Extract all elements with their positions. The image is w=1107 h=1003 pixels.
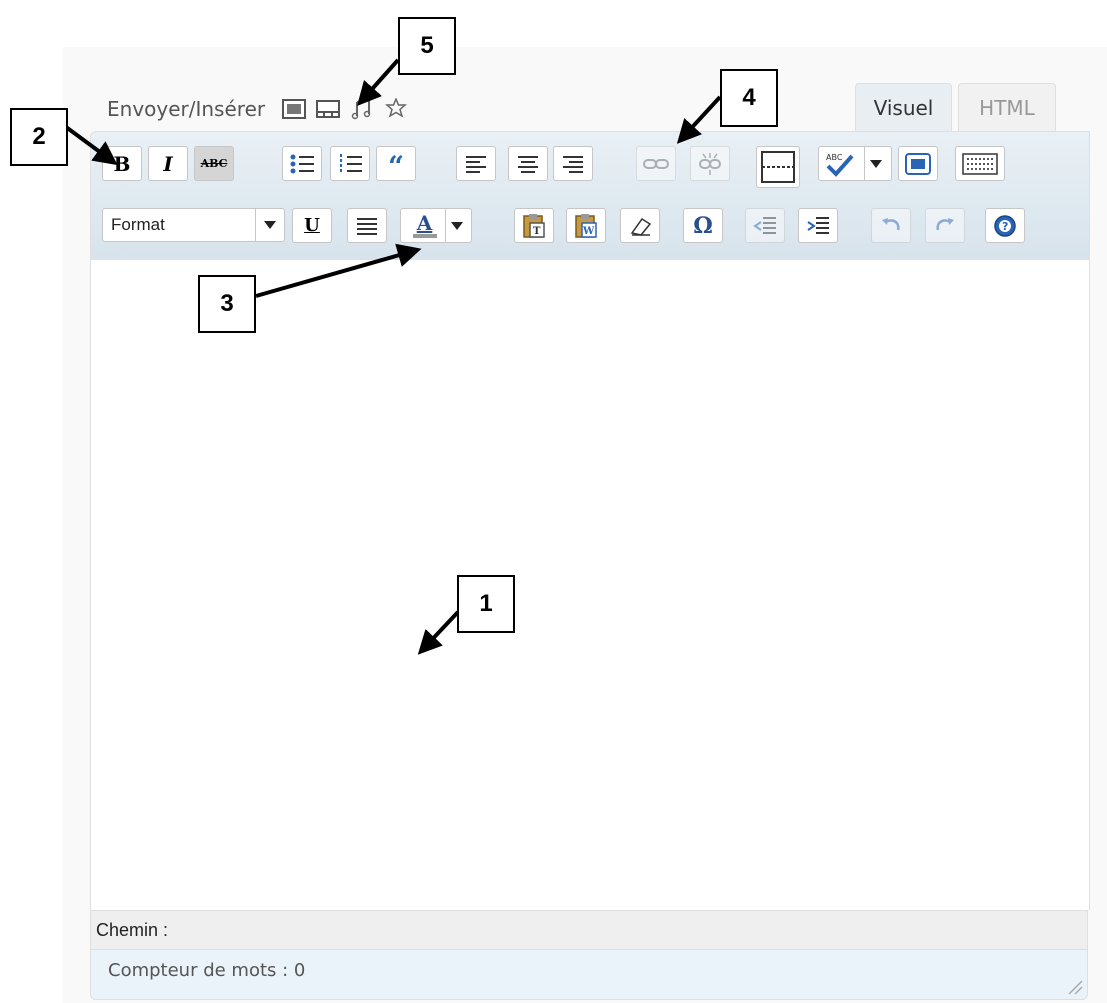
- arrow-1: [417, 610, 460, 655]
- arrow-4: [676, 95, 722, 144]
- annotation-arrows: [64, 58, 722, 655]
- arrow-2: [64, 125, 118, 166]
- callout-5: 5: [398, 17, 456, 75]
- callout-4: 4: [720, 69, 778, 127]
- callout-1: 1: [457, 575, 515, 633]
- arrow-3: [255, 243, 422, 298]
- callout-2: 2: [10, 108, 68, 166]
- arrow-5: [357, 58, 400, 106]
- callout-3: 3: [198, 275, 256, 333]
